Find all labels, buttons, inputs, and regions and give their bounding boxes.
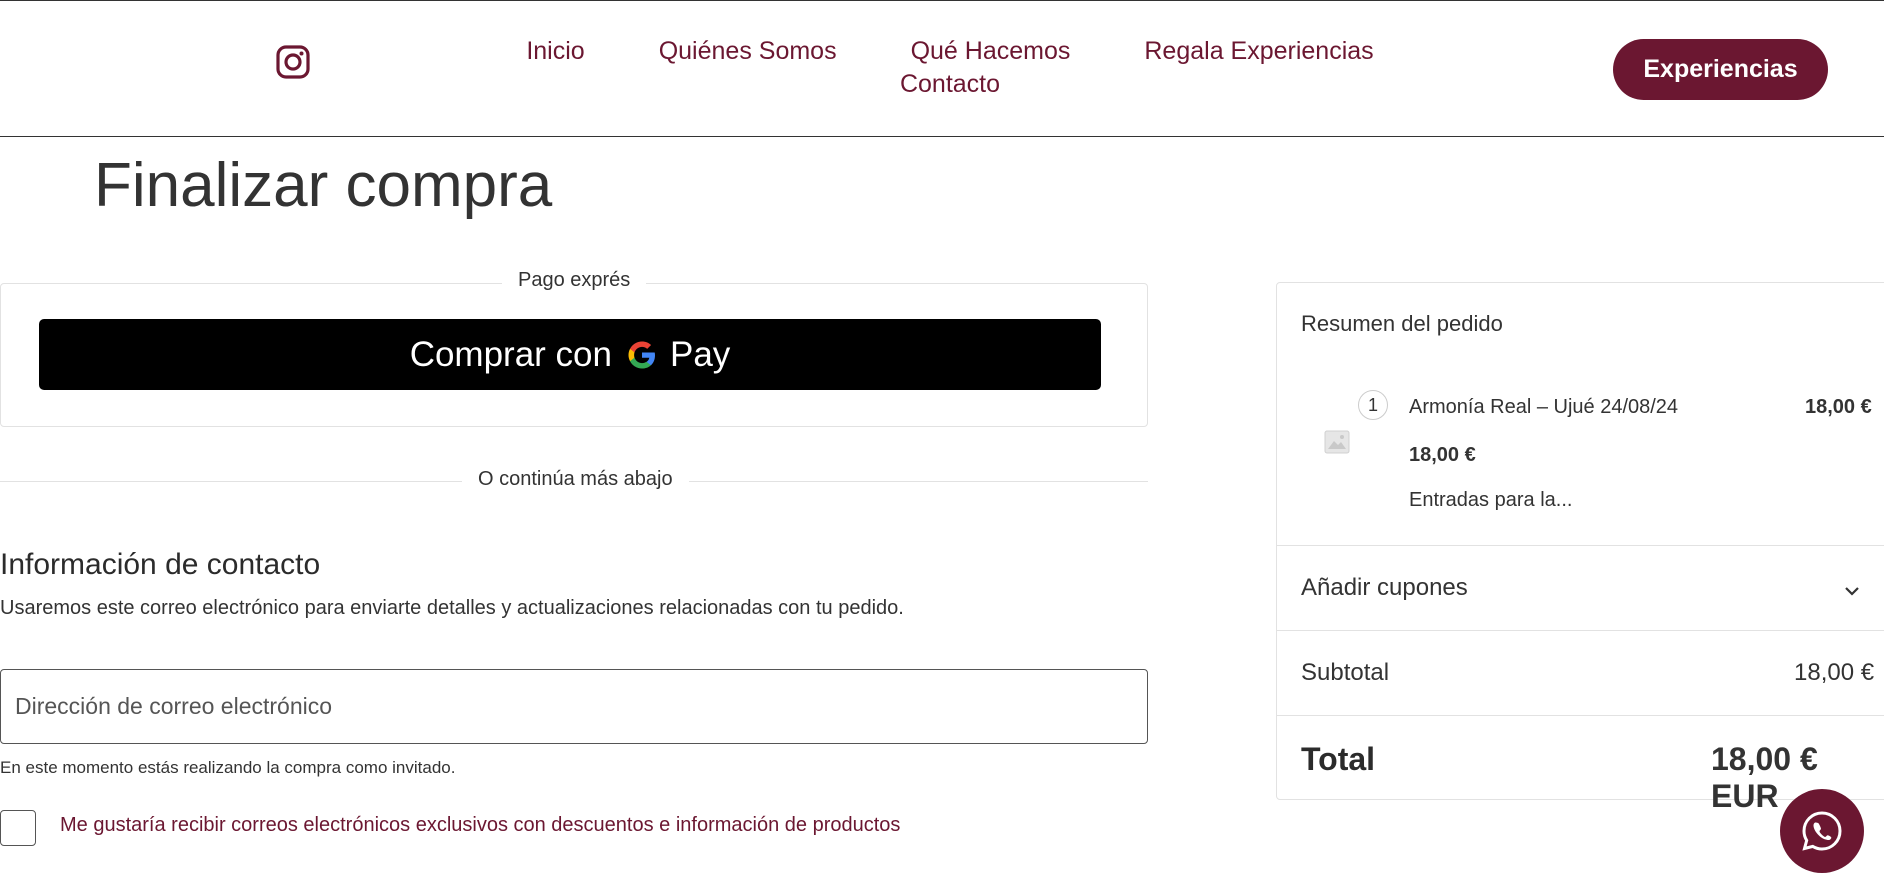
item-total-price: 18,00 € bbox=[1805, 396, 1872, 418]
whatsapp-chat-button[interactable] bbox=[1780, 789, 1864, 873]
item-unit-price: 18,00 € bbox=[1409, 444, 1476, 466]
add-coupons-toggle[interactable]: Añadir cupones bbox=[1301, 574, 1468, 602]
nav-item-inicio[interactable]: Inicio bbox=[526, 35, 584, 68]
gpay-text: Comprar con bbox=[409, 334, 612, 374]
checkout-page: Inicio Quiénes Somos Qué Hacemos Regala Exp… bbox=[0, 0, 1884, 893]
order-summary-title: Resumen del pedido bbox=[1301, 311, 1503, 336]
item-quantity-badge: 1 bbox=[1358, 390, 1388, 420]
summary-divider bbox=[1277, 630, 1884, 631]
newsletter-checkbox[interactable] bbox=[0, 810, 36, 846]
express-checkout-label: Pago exprés bbox=[502, 269, 647, 292]
page-title: Finalizar compra bbox=[94, 151, 553, 220]
whatsapp-icon bbox=[1802, 811, 1842, 851]
subtotal-label: Subtotal bbox=[1301, 659, 1390, 686]
nav-item-quienes-somos[interactable]: Quiénes Somos bbox=[659, 35, 837, 68]
newsletter-checkbox-label[interactable]: Me gustaría recibir correos electrónicos… bbox=[60, 814, 900, 837]
instagram-icon[interactable] bbox=[276, 45, 310, 79]
product-image-placeholder-icon bbox=[1324, 430, 1350, 454]
chevron-down-icon[interactable] bbox=[1843, 582, 1861, 600]
google-pay-button[interactable]: Comprar con Pay bbox=[39, 319, 1101, 390]
summary-divider bbox=[1277, 715, 1884, 716]
site-header: Inicio Quiénes Somos Qué Hacemos Regala Exp… bbox=[0, 0, 1884, 137]
item-description: Entradas para la... bbox=[1409, 489, 1573, 511]
order-summary-panel bbox=[1276, 282, 1884, 800]
item-name: Armonía Real – Ujué 24/08/24 bbox=[1409, 396, 1679, 418]
email-field[interactable] bbox=[0, 669, 1148, 744]
total-label: Total bbox=[1301, 741, 1376, 777]
gpay-pay-text: Pay bbox=[669, 334, 731, 374]
google-g-icon bbox=[628, 341, 655, 368]
nav-item-contacto[interactable]: Contacto bbox=[900, 68, 1000, 101]
contact-section-title: Información de contacto bbox=[0, 548, 321, 581]
summary-divider bbox=[1277, 545, 1884, 546]
subtotal-value: 18,00 € bbox=[1794, 659, 1875, 686]
divider-label: O continúa más abajo bbox=[462, 468, 689, 491]
nav-item-que-hacemos[interactable]: Qué Hacemos bbox=[911, 35, 1071, 68]
experiencias-button[interactable]: Experiencias bbox=[1613, 39, 1828, 100]
guest-note: En este momento estás realizando la comp… bbox=[0, 758, 456, 777]
contact-section-description: Usaremos este correo electrónico para en… bbox=[0, 597, 904, 619]
main-nav: Inicio Quiénes Somos Qué Hacemos Regala Exp… bbox=[480, 35, 1420, 101]
nav-item-regala-experiencias[interactable]: Regala Experiencias bbox=[1144, 35, 1373, 68]
